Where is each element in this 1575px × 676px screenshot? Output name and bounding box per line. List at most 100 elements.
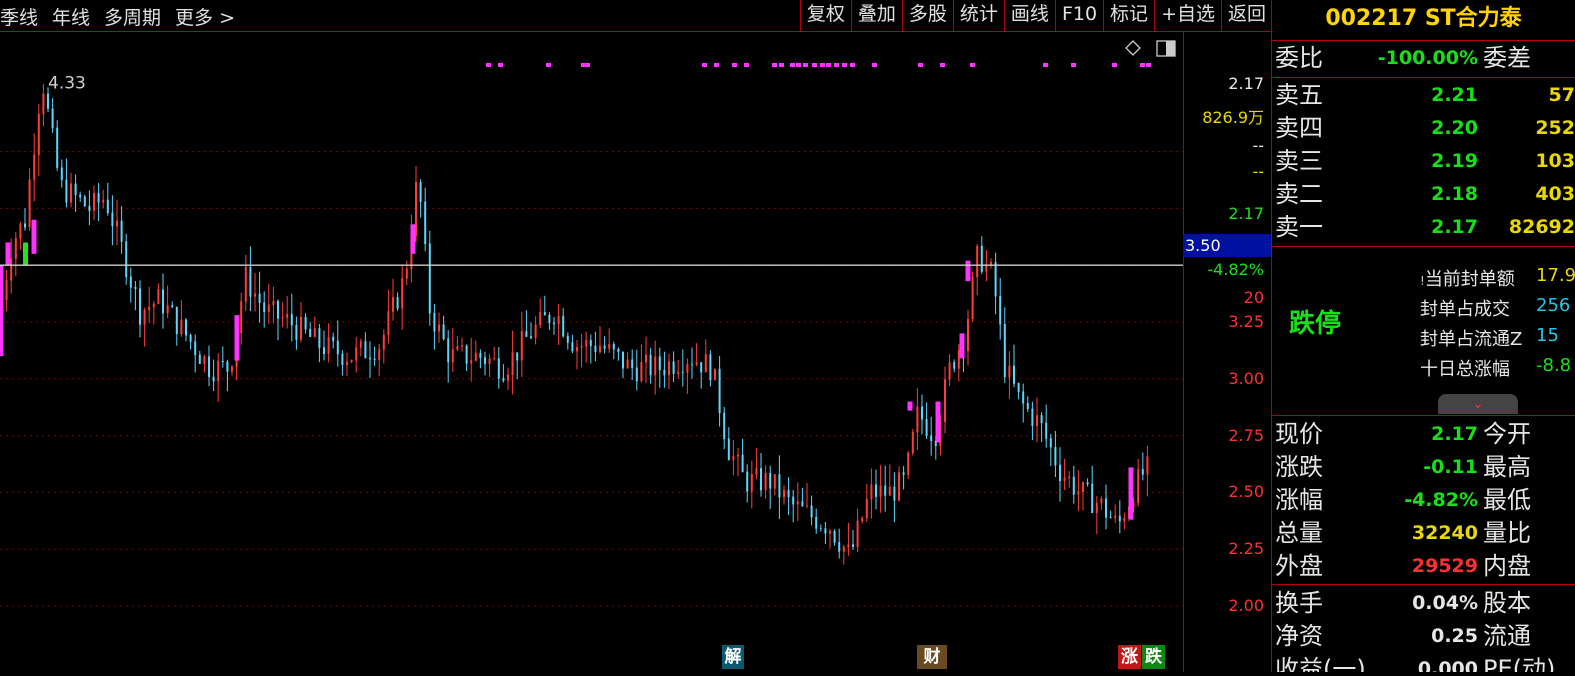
expand-chevron-icon[interactable]: ⌄ [1438, 394, 1518, 414]
seal-vs-turnover-label: 封单占成交 [1420, 299, 1510, 320]
ask-price: 2.17 [1431, 216, 1478, 238]
event-marker[interactable] [1071, 63, 1076, 67]
multi-stock-button[interactable]: 多股 [901, 0, 953, 31]
limit-day-candle [410, 224, 416, 254]
ask-label: 卖一 [1275, 213, 1323, 241]
y-tick-label: 2.00 [1228, 596, 1264, 615]
ask-row[interactable]: 卖二 2.18 403 [1272, 178, 1575, 211]
stat-label: 外盘 [1275, 552, 1323, 580]
weicha-label: 委差 [1483, 44, 1531, 72]
event-marker[interactable] [796, 63, 801, 67]
event-marker[interactable] [803, 63, 808, 67]
ask-label: 卖五 [1275, 81, 1323, 109]
stat-label: 净资 [1275, 622, 1323, 650]
seal-vs-float-value: 15 [1536, 325, 1559, 346]
stat-value: -0.11 [1423, 456, 1478, 478]
f10-button[interactable]: F10 [1054, 0, 1103, 31]
ask-price: 2.20 [1431, 117, 1478, 139]
seal-amount-label: !当前封单额 [1420, 269, 1515, 290]
event-marker[interactable] [970, 63, 975, 67]
axis-price2: 2.17 [1228, 204, 1264, 223]
weibi-row: 委比 -100.00% 委差 [1272, 42, 1575, 75]
price-axis: 2.17 826.9万 -- -- 2.17 -4.82% 20 3.25 3.0… [1183, 32, 1272, 672]
period-tabs: 季线 年线 多周期 更多 > [0, 3, 235, 30]
ask-volume: 403 [1535, 183, 1575, 205]
stat-row: 现价 2.17 今开 [1272, 418, 1575, 451]
stat-row: 外盘 29529 内盘 [1272, 550, 1575, 583]
event-marker[interactable] [872, 63, 877, 67]
separator [1272, 246, 1575, 247]
add-watchlist-button[interactable]: +自选 [1154, 0, 1221, 31]
statistics-button[interactable]: 统计 [952, 0, 1004, 31]
event-marker[interactable] [1112, 63, 1117, 67]
event-marker[interactable] [834, 63, 839, 67]
event-marker[interactable] [498, 63, 503, 67]
diamond-icon[interactable] [1125, 40, 1141, 56]
stat-label: 总量 [1275, 519, 1323, 547]
axis-volume: 826.9万 [1202, 108, 1264, 127]
ask-label: 卖二 [1275, 180, 1323, 208]
stat-label: 收益(一) [1275, 655, 1366, 672]
y-tick-label: 2.50 [1228, 482, 1264, 502]
event-marker[interactable] [940, 63, 945, 67]
event-marker[interactable] [546, 63, 551, 67]
y-tick-label: 3.25 [1228, 312, 1264, 331]
event-marker[interactable] [850, 63, 855, 67]
stat-value: 0.04% [1412, 592, 1478, 614]
draw-line-button[interactable]: 画线 [1003, 0, 1055, 31]
kline-chart[interactable]: 4.33 [0, 32, 1183, 672]
finance-badge[interactable]: 财 [917, 645, 947, 669]
adjust-button[interactable]: 复权 [799, 0, 851, 31]
event-marker[interactable] [744, 63, 749, 67]
stat-label2: 最低 [1483, 486, 1531, 514]
limit-up-badge[interactable]: 涨 [1118, 645, 1141, 669]
tab-quarter[interactable]: 季线 [0, 3, 38, 30]
kline-svg[interactable]: 4.33 [0, 32, 1183, 672]
event-marker[interactable] [772, 63, 777, 67]
y-tick-label: 2.25 [1228, 539, 1264, 559]
mark-button[interactable]: 标记 [1103, 0, 1154, 31]
ask-row[interactable]: 卖一 2.17 82692 [1272, 211, 1575, 244]
event-marker[interactable] [1140, 63, 1145, 67]
separator [1272, 584, 1575, 585]
stat-value: 0.25 [1431, 625, 1478, 647]
stat-label: 现价 [1275, 420, 1323, 448]
unlock-badge[interactable]: 解 [722, 645, 744, 669]
stock-title[interactable]: 002217 ST合力泰 [1272, 0, 1575, 41]
limit-down-badge[interactable]: 跌 [1142, 645, 1165, 669]
event-marker[interactable] [1146, 63, 1151, 67]
event-marker[interactable] [732, 63, 737, 67]
limit-day-candle [234, 315, 240, 361]
axis-current-price: 2.17 [1228, 74, 1264, 93]
tab-more[interactable]: 更多 > [175, 3, 235, 30]
ask-row[interactable]: 卖四 2.20 252 [1272, 112, 1575, 145]
event-marker[interactable] [842, 63, 847, 67]
event-marker[interactable] [826, 63, 831, 67]
event-marker[interactable] [779, 63, 784, 67]
event-marker[interactable] [918, 63, 923, 67]
y-tick-label: 2.75 [1228, 425, 1264, 445]
event-marker[interactable] [1043, 63, 1048, 67]
axis-pct: -4.82% [1207, 260, 1264, 279]
event-marker[interactable] [714, 63, 719, 67]
event-marker[interactable] [585, 63, 590, 67]
limit-day-candle [31, 219, 37, 254]
tab-multi-period[interactable]: 多周期 [104, 3, 161, 30]
back-button[interactable]: 返回 [1220, 0, 1272, 31]
limit-day-candle [965, 260, 971, 282]
stat-row: 总量 32240 量比 [1272, 517, 1575, 550]
stat-label2: PE(动) [1483, 655, 1556, 672]
ask-row[interactable]: 卖三 2.19 103 [1272, 145, 1575, 178]
overlay-button[interactable]: 叠加 [850, 0, 902, 31]
window-toggle-icon[interactable] [1156, 40, 1176, 57]
limit-day-candle [959, 333, 965, 359]
event-marker[interactable] [702, 63, 707, 67]
ask-row[interactable]: 卖五 2.21 57 [1272, 79, 1575, 112]
tab-year[interactable]: 年线 [52, 3, 90, 30]
event-marker[interactable] [486, 63, 491, 67]
event-marker[interactable] [812, 63, 817, 67]
ask-label: 卖四 [1275, 114, 1323, 142]
stat-row: 涨幅 -4.82% 最低 [1272, 484, 1575, 517]
event-marker[interactable] [790, 63, 795, 67]
event-marker[interactable] [820, 63, 825, 67]
